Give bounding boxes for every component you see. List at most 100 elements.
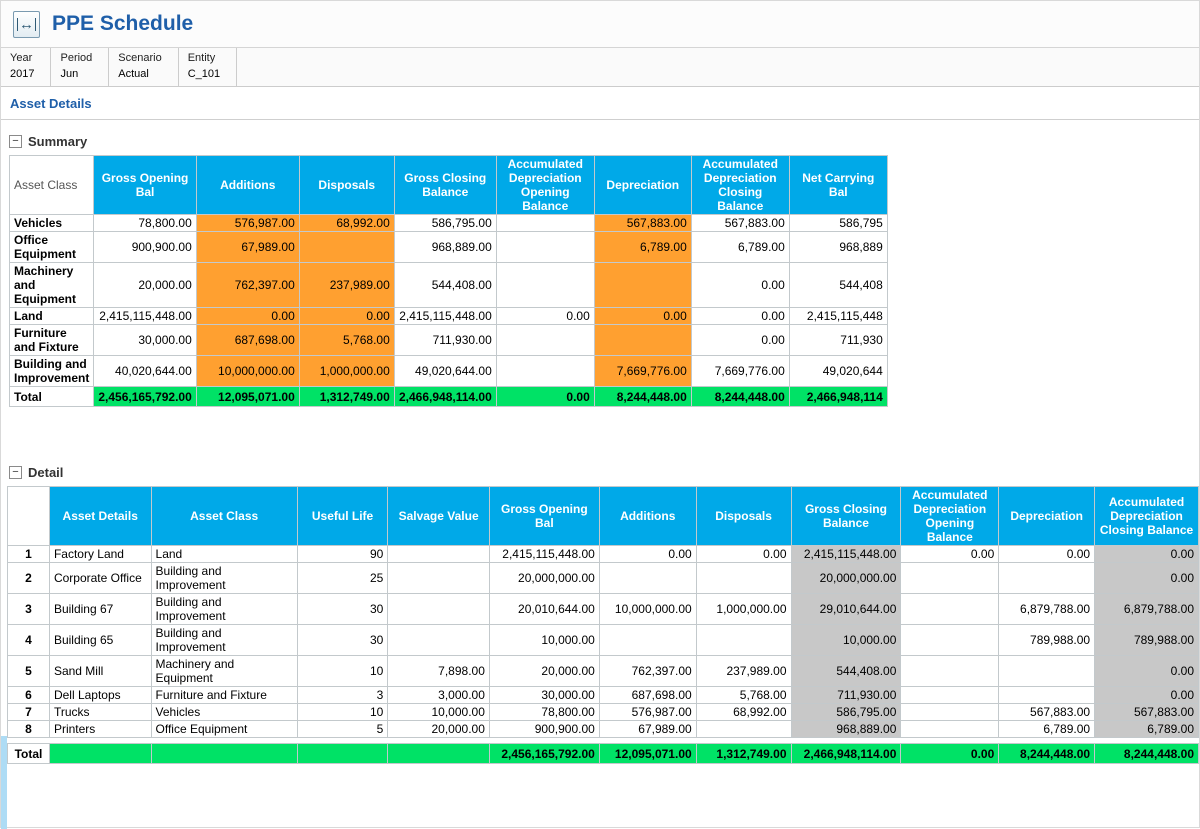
detail-cell[interactable] [999,656,1095,687]
detail-cell[interactable]: 30 [297,625,388,656]
detail-cell[interactable]: 567,883.00 [999,704,1095,721]
detail-cell[interactable]: 10 [297,704,388,721]
summary-cell[interactable]: 0.00 [496,308,594,325]
pov-item-entity[interactable]: Entity C_101 [179,48,237,86]
detail-cell[interactable]: 789,988.00 [999,625,1095,656]
summary-cell[interactable]: 1,000,000.00 [299,356,394,387]
detail-cell[interactable]: Building and Improvement [151,625,297,656]
detail-cell[interactable] [696,625,791,656]
detail-cell[interactable] [599,563,696,594]
detail-cell[interactable]: 20,010,644.00 [489,594,599,625]
summary-cell[interactable]: 67,989.00 [196,232,299,263]
summary-cell[interactable]: 711,930.00 [394,325,496,356]
detail-cell[interactable]: 67,989.00 [599,721,696,738]
pov-item-year[interactable]: Year 2017 [1,48,51,86]
summary-cell[interactable]: 0.00 [691,308,789,325]
detail-cell[interactable]: 68,992.00 [696,704,791,721]
detail-cell[interactable]: 20,000,000.00 [489,563,599,594]
summary-cell[interactable]: 586,795 [789,215,887,232]
summary-cell[interactable] [299,232,394,263]
detail-cell[interactable]: Dell Laptops [49,687,151,704]
asset-details-link[interactable]: Asset Details [10,96,92,111]
detail-cell[interactable]: 30,000.00 [489,687,599,704]
detail-cell[interactable]: Sand Mill [49,656,151,687]
detail-cell[interactable] [696,563,791,594]
pov-item-scenario[interactable]: Scenario Actual [109,48,178,86]
summary-cell[interactable] [496,232,594,263]
detail-cell[interactable] [901,563,999,594]
detail-cell[interactable]: Factory Land [49,546,151,563]
detail-cell[interactable] [388,563,490,594]
summary-cell[interactable]: 6,789.00 [691,232,789,263]
detail-cell[interactable]: Office Equipment [151,721,297,738]
pov-item-period[interactable]: Period Jun [51,48,109,86]
detail-cell[interactable]: Building 67 [49,594,151,625]
detail-cell[interactable]: 687,698.00 [599,687,696,704]
summary-cell[interactable]: 576,987.00 [196,215,299,232]
summary-cell[interactable]: 10,000,000.00 [196,356,299,387]
detail-cell[interactable] [901,704,999,721]
detail-cell[interactable]: Corporate Office [49,563,151,594]
detail-cell[interactable]: Vehicles [151,704,297,721]
detail-cell[interactable] [999,563,1095,594]
summary-cell[interactable]: 900,900.00 [94,232,196,263]
summary-cell[interactable]: 68,992.00 [299,215,394,232]
detail-cell[interactable]: 0.00 [599,546,696,563]
summary-cell[interactable]: 2,415,115,448.00 [94,308,196,325]
summary-cell[interactable]: 762,397.00 [196,263,299,308]
detail-cell[interactable]: 5 [297,721,388,738]
summary-cell[interactable]: 968,889.00 [394,232,496,263]
detail-cell[interactable]: 1,000,000.00 [696,594,791,625]
detail-cell[interactable] [901,656,999,687]
summary-cell[interactable]: 968,889 [789,232,887,263]
summary-cell[interactable]: 0.00 [196,308,299,325]
summary-cell[interactable] [594,263,691,308]
summary-cell[interactable]: 544,408.00 [394,263,496,308]
detail-cell[interactable]: 3 [297,687,388,704]
detail-cell[interactable]: 10,000.00 [388,704,490,721]
summary-cell[interactable] [496,356,594,387]
detail-cell[interactable]: Land [151,546,297,563]
summary-cell[interactable]: 20,000.00 [94,263,196,308]
detail-cell[interactable]: 7,898.00 [388,656,490,687]
detail-cell[interactable]: 6,879,788.00 [999,594,1095,625]
detail-cell[interactable]: Building and Improvement [151,594,297,625]
summary-cell[interactable]: 687,698.00 [196,325,299,356]
detail-cell[interactable]: 10,000,000.00 [599,594,696,625]
detail-cell[interactable]: 78,800.00 [489,704,599,721]
detail-cell[interactable]: 5,768.00 [696,687,791,704]
detail-cell[interactable]: 2,415,115,448.00 [489,546,599,563]
summary-cell[interactable]: 6,789.00 [594,232,691,263]
summary-cell[interactable] [496,325,594,356]
detail-cell[interactable] [901,625,999,656]
summary-cell[interactable]: 7,669,776.00 [691,356,789,387]
summary-cell[interactable]: 237,989.00 [299,263,394,308]
collapse-minus-icon[interactable]: − [9,135,22,148]
summary-cell[interactable]: 586,795.00 [394,215,496,232]
summary-cell[interactable]: 49,020,644 [789,356,887,387]
summary-cell[interactable]: 567,883.00 [594,215,691,232]
summary-cell[interactable]: 0.00 [691,325,789,356]
detail-cell[interactable] [901,687,999,704]
summary-cell[interactable] [496,215,594,232]
summary-cell[interactable]: 7,669,776.00 [594,356,691,387]
detail-cell[interactable]: 0.00 [696,546,791,563]
detail-cell[interactable] [901,721,999,738]
summary-cell[interactable]: 30,000.00 [94,325,196,356]
pov-toggle-button[interactable]: ↔ [13,11,40,38]
summary-cell[interactable]: 567,883.00 [691,215,789,232]
detail-cell[interactable]: 762,397.00 [599,656,696,687]
detail-cell[interactable]: 0.00 [999,546,1095,563]
detail-cell[interactable]: 10 [297,656,388,687]
collapse-minus-icon[interactable]: − [9,466,22,479]
detail-cell[interactable]: Machinery and Equipment [151,656,297,687]
detail-cell[interactable]: 10,000.00 [489,625,599,656]
detail-cell[interactable]: 25 [297,563,388,594]
detail-cell[interactable]: Building 65 [49,625,151,656]
summary-cell[interactable]: 78,800.00 [94,215,196,232]
detail-cell[interactable]: Trucks [49,704,151,721]
summary-cell[interactable] [496,263,594,308]
detail-cell[interactable]: 20,000.00 [489,656,599,687]
detail-cell[interactable]: 237,989.00 [696,656,791,687]
detail-cell[interactable]: 0.00 [901,546,999,563]
